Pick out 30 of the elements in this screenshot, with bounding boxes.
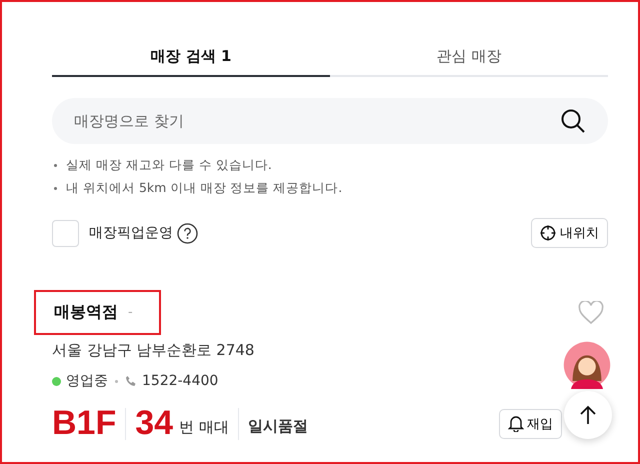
store-name[interactable]: 매봉역점 bbox=[54, 302, 118, 323]
help-icon[interactable] bbox=[177, 222, 198, 244]
restock-alert-button[interactable]: 재입 bbox=[499, 408, 562, 438]
store-suffix: - bbox=[128, 305, 133, 320]
floor-label: B1F bbox=[52, 404, 116, 443]
search-field[interactable]: 매장명으로 찾기 bbox=[52, 98, 608, 144]
phone-number[interactable]: 1522-4400 bbox=[142, 373, 218, 389]
avatar[interactable] bbox=[563, 341, 611, 389]
arrow-up-icon bbox=[579, 405, 597, 425]
tab[interactable]: 매장 검색 1 bbox=[52, 40, 330, 77]
bell-icon bbox=[508, 415, 524, 432]
stand-number: 34 bbox=[135, 404, 174, 443]
tab[interactable]: 관심 매장 bbox=[330, 40, 608, 77]
status-text: 영업중 bbox=[66, 372, 108, 390]
bullet-icon bbox=[54, 187, 57, 190]
phone-icon bbox=[125, 375, 137, 387]
stock-status: 일시품절 bbox=[248, 417, 308, 436]
separator-dot bbox=[115, 380, 118, 382]
scroll-to-top-button[interactable] bbox=[564, 391, 612, 439]
stand-label: 번 매대 bbox=[179, 418, 229, 437]
crosshair-icon bbox=[540, 225, 556, 241]
store-address: 서울 강남구 남부순환로 2748 bbox=[52, 341, 256, 360]
bullet-icon bbox=[54, 164, 57, 167]
search-input[interactable]: 매장명으로 찾기 bbox=[72, 111, 560, 131]
notice-text: 실제 매장 재고와 다를 수 있습니다. bbox=[66, 157, 272, 174]
my-location-button[interactable]: 내위치 bbox=[531, 218, 608, 248]
checkbox[interactable] bbox=[52, 220, 79, 246]
notice-text: 내 위치에서 5km 이내 매장 정보를 제공합니다. bbox=[66, 180, 342, 197]
checkbox-label: 매장픽업운영 bbox=[89, 224, 173, 242]
search-icon[interactable] bbox=[560, 108, 586, 134]
